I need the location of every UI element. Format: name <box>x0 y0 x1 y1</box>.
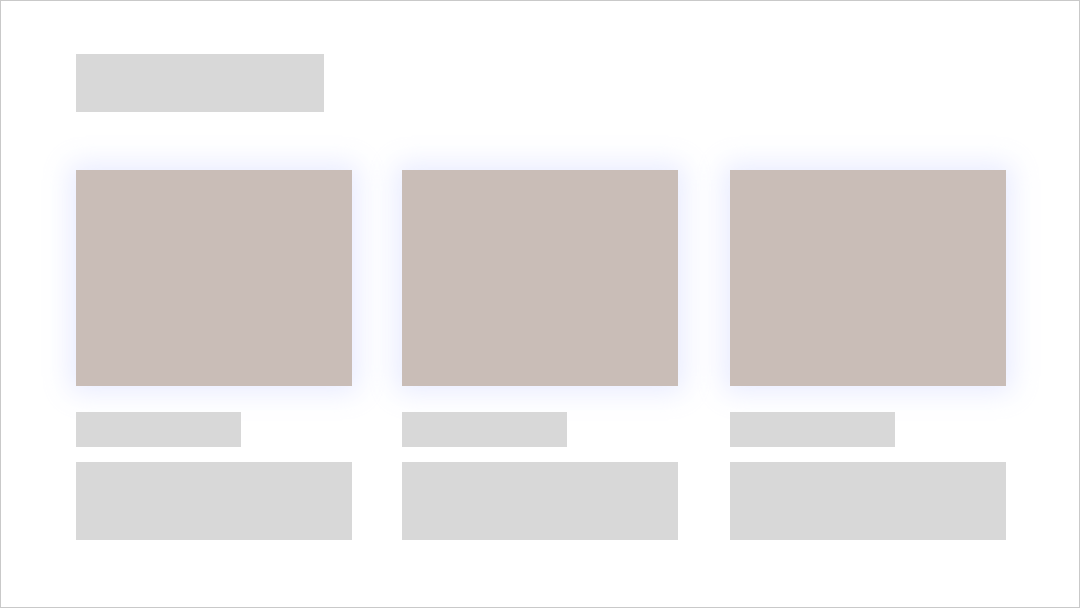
card-image-placeholder[interactable] <box>730 170 1006 386</box>
card-body-placeholder <box>730 462 1006 540</box>
card-image-placeholder[interactable] <box>402 170 678 386</box>
content-card-1[interactable] <box>76 170 352 540</box>
card-label-placeholder <box>76 412 241 447</box>
card-label-placeholder <box>402 412 567 447</box>
card-body-placeholder <box>76 462 352 540</box>
card-label-placeholder <box>730 412 895 447</box>
content-card-3[interactable] <box>730 170 1006 540</box>
card-image-placeholder[interactable] <box>76 170 352 386</box>
page-title-placeholder <box>76 54 324 112</box>
content-card-2[interactable] <box>402 170 678 540</box>
card-body-placeholder <box>402 462 678 540</box>
wireframe-page <box>0 0 1080 608</box>
